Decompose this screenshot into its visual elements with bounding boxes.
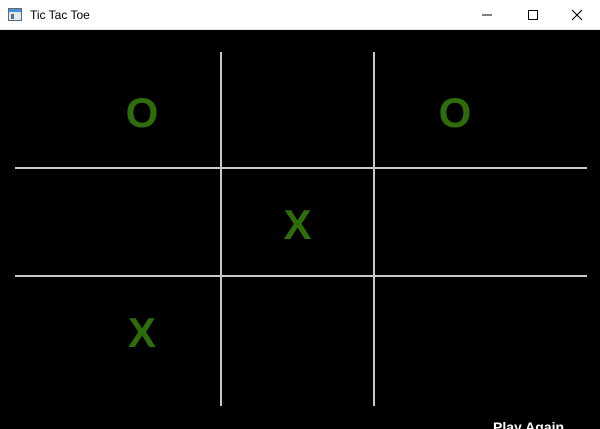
board-cell-3[interactable]: O xyxy=(375,85,535,140)
board-cell-9[interactable] xyxy=(375,305,535,360)
window-title: Tic Tac Toe xyxy=(30,8,90,22)
board-cell-4[interactable] xyxy=(62,197,222,252)
close-button[interactable] xyxy=(554,0,600,29)
game-board: O O X X Play Again xyxy=(0,30,600,429)
play-again-button[interactable]: Play Again xyxy=(493,419,564,429)
title-bar[interactable]: Tic Tac Toe xyxy=(0,0,600,30)
board-cell-8[interactable] xyxy=(222,305,373,360)
cell-mark: X xyxy=(127,308,156,356)
grid-line-horizontal xyxy=(15,275,587,277)
board-cell-1[interactable]: O xyxy=(62,85,222,140)
window-app-icon xyxy=(8,8,22,21)
maximize-icon xyxy=(528,10,538,20)
board-cell-6[interactable] xyxy=(375,197,535,252)
maximize-button[interactable] xyxy=(510,0,556,29)
minimize-button[interactable] xyxy=(464,0,510,29)
board-cell-2[interactable] xyxy=(222,85,373,140)
board-cell-5[interactable]: X xyxy=(222,197,373,252)
cell-mark: X xyxy=(283,200,312,248)
board-cell-7[interactable]: X xyxy=(62,305,222,360)
cell-mark: O xyxy=(125,88,159,136)
minimize-icon xyxy=(482,14,492,16)
grid-line-horizontal xyxy=(15,167,587,169)
app-window: Tic Tac Toe O O X X Play Again xyxy=(0,0,600,429)
cell-mark: O xyxy=(438,88,472,136)
close-icon xyxy=(571,9,583,21)
